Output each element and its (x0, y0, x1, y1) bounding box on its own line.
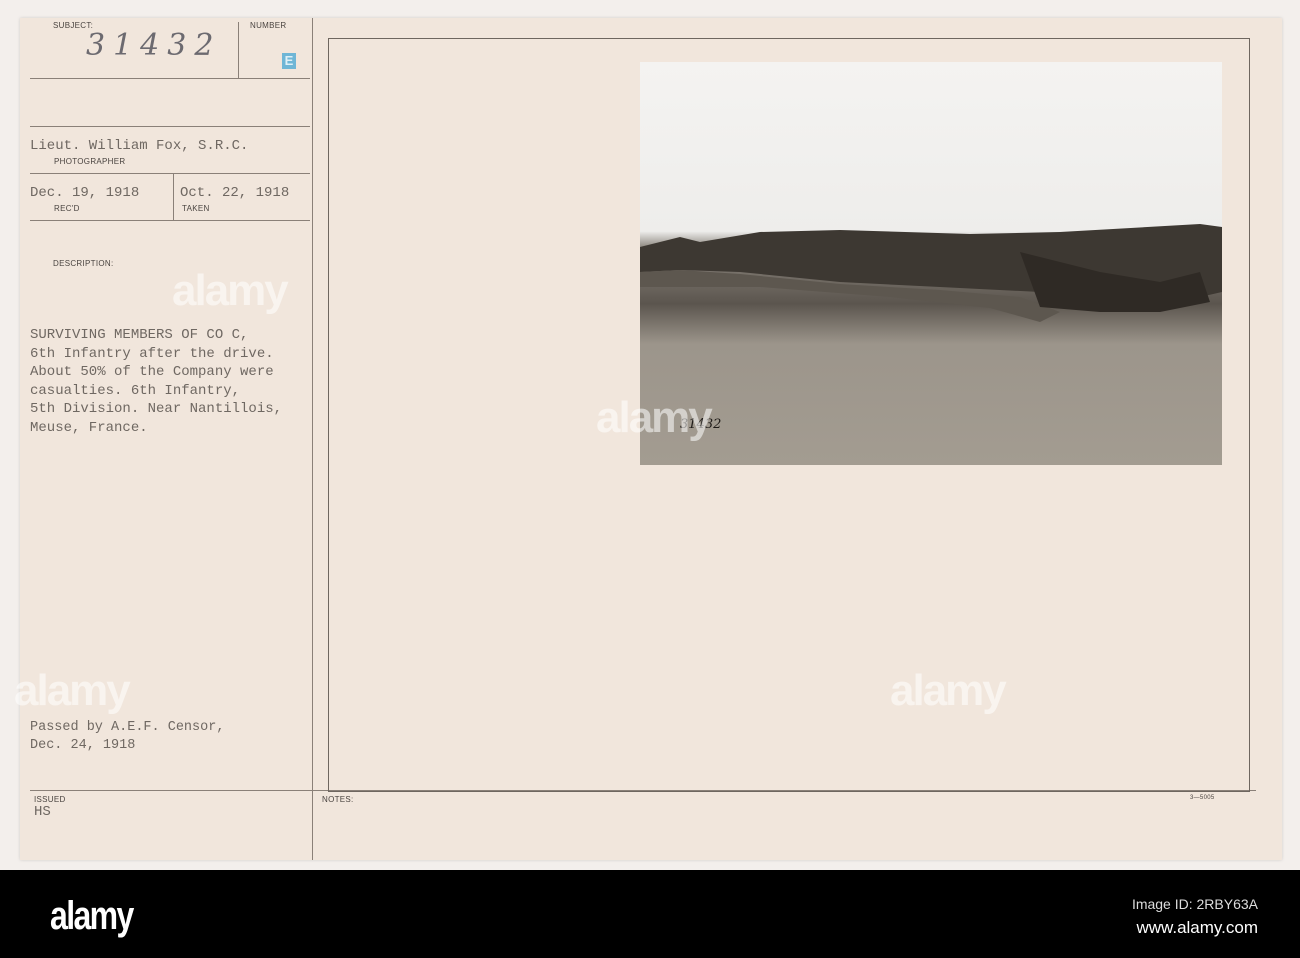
form-code: 3—5005 (1190, 795, 1215, 801)
soldiers-photograph: 31432 (640, 62, 1222, 465)
taken-date: Oct. 22, 1918 (180, 185, 290, 201)
column-divider (312, 18, 313, 860)
divider (30, 173, 310, 174)
received-date: Dec. 19, 1918 (30, 185, 140, 201)
received-label: REC'D (54, 204, 80, 213)
photo-record-card: SUBJECT: NUMBER 31432 E Lieut. William F… (14, 18, 1282, 860)
divider (30, 78, 310, 79)
divider (173, 173, 174, 220)
watermark: alamy (596, 393, 713, 442)
subject-number: 31432 (86, 28, 222, 63)
number-stamp: E (282, 53, 296, 69)
issued-label: ISSUED (34, 795, 66, 804)
photographer-name: Lieut. William Fox, S.R.C. (30, 138, 249, 154)
image-id: Image ID: 2RBY63A (1131, 896, 1258, 912)
watermark: alamy (890, 666, 1007, 715)
footer-bar: alamy Image ID: 2RBY63A www.alamy.com (0, 870, 1300, 958)
watermark: alamy (172, 266, 289, 315)
censor-text: Passed by A.E.F. Censor, Dec. 24, 1918 (30, 720, 225, 753)
soldiers-group-image (640, 224, 1222, 322)
alamy-logo: alamy (50, 894, 134, 938)
divider (238, 22, 239, 78)
notes-label: NOTES: (322, 795, 354, 804)
issued-value: HS (34, 804, 51, 820)
description-text: SURVIVING MEMBERS OF CO C, 6th Infantry … (30, 327, 283, 436)
number-label: NUMBER (250, 21, 287, 30)
divider (30, 220, 310, 221)
site-url: www.alamy.com (1136, 918, 1258, 937)
taken-label: TAKEN (182, 204, 210, 213)
watermark: alamy (14, 666, 131, 715)
description-label: DESCRIPTION: (53, 259, 114, 268)
photographer-label: PHOTOGRAPHER (54, 157, 126, 166)
divider (30, 126, 310, 127)
